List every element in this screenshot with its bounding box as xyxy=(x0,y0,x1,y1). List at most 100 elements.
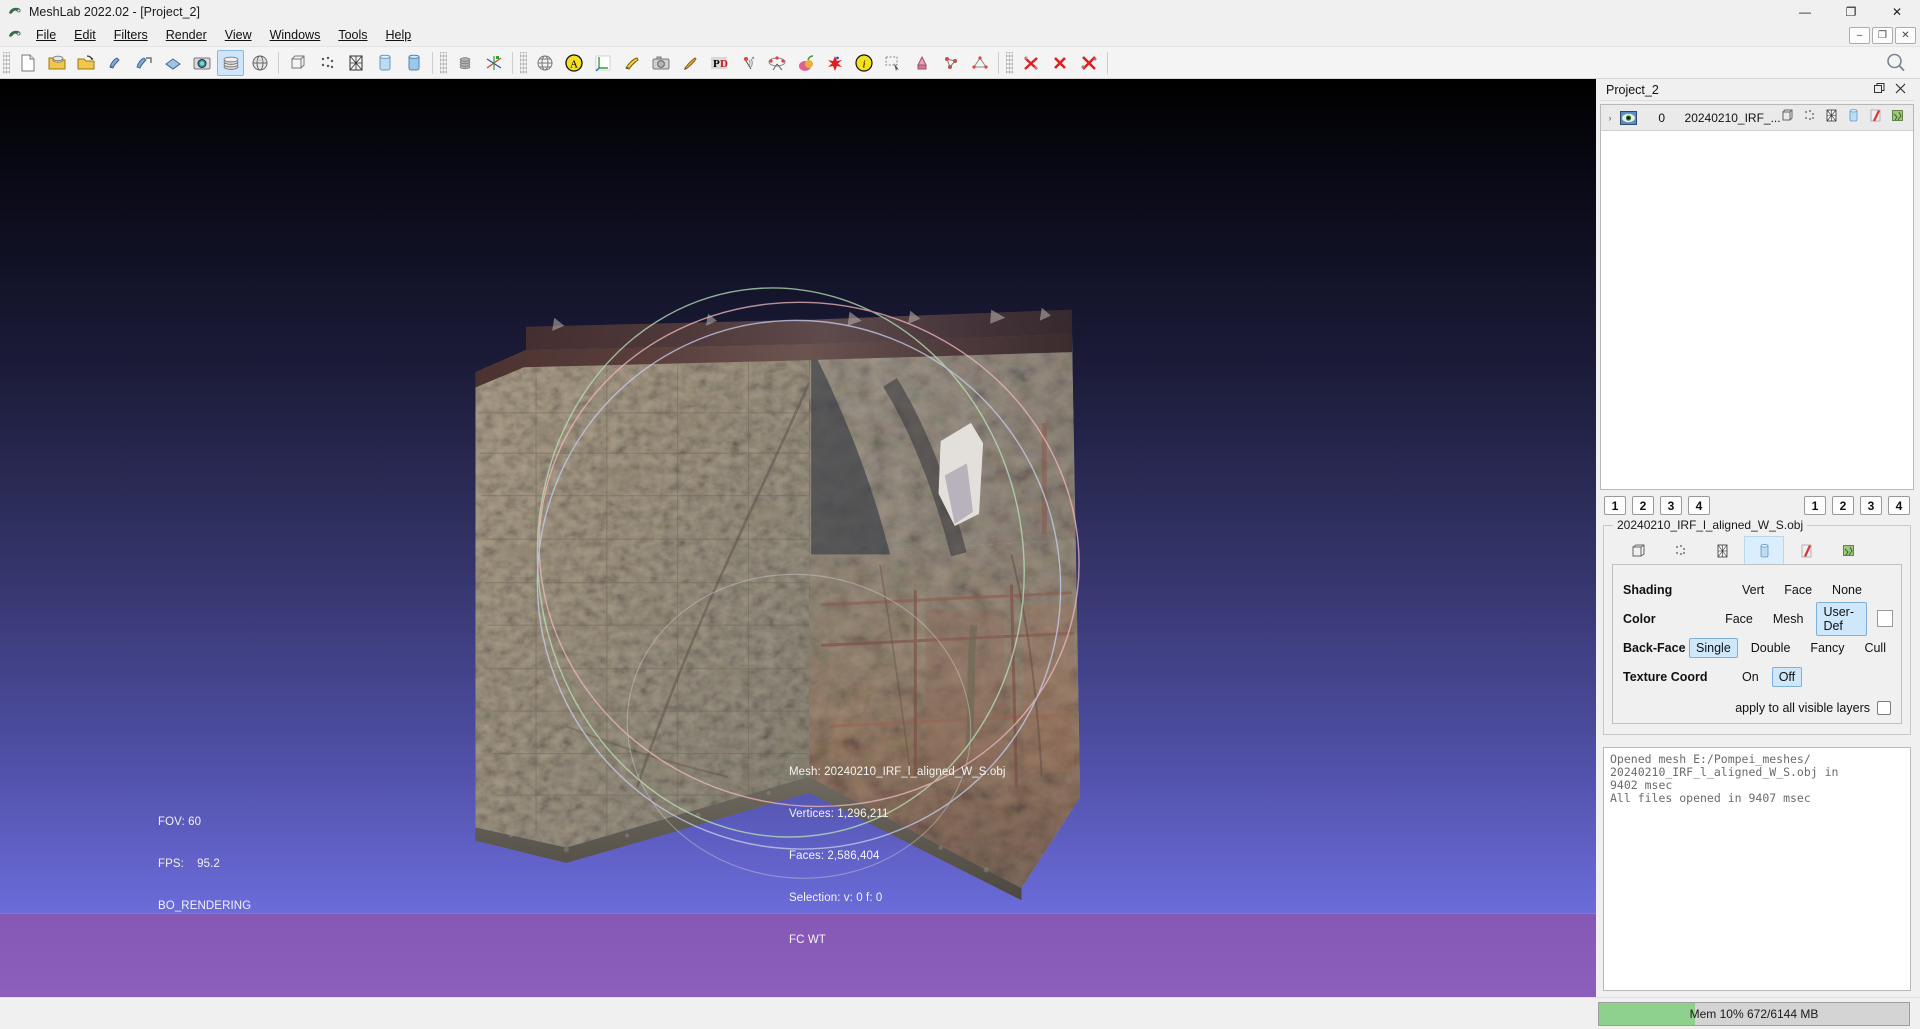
align-pairs-icon[interactable] xyxy=(763,50,790,76)
get-info-pencil-icon[interactable] xyxy=(618,50,645,76)
table-row[interactable]: › 0 20240210_IRF_... xyxy=(1601,105,1913,131)
texture-icon[interactable] xyxy=(1890,108,1905,128)
tab-bbox[interactable] xyxy=(1618,536,1658,564)
layer-stack-icon[interactable] xyxy=(451,50,478,76)
toolbar-grip[interactable] xyxy=(1006,51,1013,74)
open-project-icon[interactable] xyxy=(43,50,70,76)
mdi-minimize-button[interactable]: – xyxy=(1849,26,1870,44)
point-picker-icon[interactable] xyxy=(734,50,761,76)
flat-icon[interactable] xyxy=(1846,108,1861,128)
tab-texture[interactable] xyxy=(1786,536,1826,564)
layer-name[interactable]: 20240210_IRF_... xyxy=(1683,111,1780,125)
gl-viewport[interactable]: FOV: 60 FPS: 95.2 BO_RENDERING Mesh: 202… xyxy=(0,79,1598,997)
new-project-icon[interactable] xyxy=(14,50,41,76)
smooth-icon[interactable] xyxy=(1868,108,1883,128)
view-button-3[interactable]: 3 xyxy=(1860,496,1882,515)
toolbar-grip[interactable] xyxy=(3,51,10,74)
split-button-3[interactable]: 3 xyxy=(1660,496,1682,515)
back-face-option-fancy[interactable]: Fancy xyxy=(1803,638,1851,658)
select-connected-icon[interactable] xyxy=(937,50,964,76)
snapshot-icon[interactable] xyxy=(188,50,215,76)
restore-button[interactable]: ❐ xyxy=(1828,0,1874,24)
segment-color-icon[interactable] xyxy=(792,50,819,76)
toolbar-grip[interactable] xyxy=(520,51,527,74)
view-button-2[interactable]: 2 xyxy=(1832,496,1854,515)
back-face-option-single[interactable]: Single xyxy=(1689,637,1738,658)
texture-coord-option-off[interactable]: Off xyxy=(1771,666,1803,687)
menu-filters[interactable]: Filters xyxy=(105,25,157,45)
color-option-face[interactable]: Face xyxy=(1718,609,1760,629)
reset-trackball-icon[interactable] xyxy=(284,50,311,76)
delete-star-icon[interactable] xyxy=(821,50,848,76)
close-button[interactable]: ✕ xyxy=(1874,0,1920,24)
tab-points[interactable] xyxy=(1660,536,1700,564)
menu-render[interactable]: Render xyxy=(157,25,216,45)
flat-lines-icon[interactable] xyxy=(371,50,398,76)
show-layer-dialog-icon[interactable] xyxy=(217,49,244,76)
toolbar-grip[interactable] xyxy=(440,51,447,74)
close-icon[interactable] xyxy=(1895,83,1906,97)
menu-help[interactable]: Help xyxy=(377,25,421,45)
color-option-mesh[interactable]: Mesh xyxy=(1766,609,1811,629)
layer-list[interactable]: › 0 20240210_IRF_... xyxy=(1600,104,1914,490)
user-def-color-swatch[interactable] xyxy=(1876,610,1893,627)
delete-selected-all-icon[interactable] xyxy=(1075,50,1102,76)
minimize-button[interactable]: — xyxy=(1782,0,1828,24)
paint-brush-icon[interactable] xyxy=(676,50,703,76)
measure-axis-icon[interactable] xyxy=(589,50,616,76)
wireframe-icon[interactable] xyxy=(1824,108,1839,128)
color-option-user-def[interactable]: User-Def xyxy=(1816,601,1867,636)
view-button-1[interactable]: 1 xyxy=(1804,496,1826,515)
menu-edit[interactable]: Edit xyxy=(65,25,105,45)
shading-option-face[interactable]: Face xyxy=(1777,580,1819,600)
visibility-eye-icon[interactable] xyxy=(1617,110,1641,125)
info-icon[interactable]: i xyxy=(850,50,877,76)
split-button-1[interactable]: 1 xyxy=(1604,496,1626,515)
show-trackball-icon[interactable] xyxy=(246,50,273,76)
annotation-a-icon[interactable]: A xyxy=(560,50,587,76)
color-label: Color xyxy=(1623,611,1656,626)
mdi-restore-button[interactable]: ❐ xyxy=(1872,26,1893,44)
tab-shader[interactable] xyxy=(1828,536,1868,564)
texture-coord-option-on[interactable]: On xyxy=(1735,667,1766,687)
menu-view[interactable]: View xyxy=(216,25,261,45)
back-face-option-cull[interactable]: Cull xyxy=(1857,638,1893,658)
tab-solid[interactable] xyxy=(1744,536,1784,564)
svg-text:A: A xyxy=(570,58,578,70)
select-rect-icon[interactable] xyxy=(879,50,906,76)
shading-option-none[interactable]: None xyxy=(1825,580,1869,600)
split-button-4[interactable]: 4 xyxy=(1688,496,1710,515)
smooth-shading-icon[interactable] xyxy=(400,50,427,76)
expand-arrow-icon[interactable]: › xyxy=(1603,113,1617,123)
open-mesh-icon[interactable] xyxy=(72,50,99,76)
align-axes-icon[interactable] xyxy=(480,50,507,76)
shading-option-vert[interactable]: Vert xyxy=(1735,580,1771,600)
pdf-export-icon[interactable]: PD xyxy=(705,50,732,76)
save-mesh-icon[interactable] xyxy=(130,50,157,76)
log-panel[interactable]: Opened mesh E:/Pompei_meshes/ 20240210_I… xyxy=(1603,747,1911,991)
menu-tools[interactable]: Tools xyxy=(329,25,376,45)
tab-wireframe[interactable] xyxy=(1702,536,1742,564)
globe-icon[interactable] xyxy=(531,50,558,76)
back-face-option-double[interactable]: Double xyxy=(1744,638,1798,658)
menu-file[interactable]: File xyxy=(27,25,65,45)
select-vertex-icon[interactable] xyxy=(966,50,993,76)
mdi-close-button[interactable]: ✕ xyxy=(1895,26,1916,44)
apply-all-label: apply to all visible layers xyxy=(1735,701,1870,715)
delete-selected-vertices-icon[interactable] xyxy=(1046,50,1073,76)
split-button-2[interactable]: 2 xyxy=(1632,496,1654,515)
menu-windows[interactable]: Windows xyxy=(261,25,330,45)
float-window-icon[interactable] xyxy=(1874,82,1885,97)
camera-icon[interactable] xyxy=(647,50,674,76)
search-icon[interactable] xyxy=(1884,51,1908,80)
delete-selected-faces-icon[interactable] xyxy=(1017,50,1044,76)
reload-icon[interactable] xyxy=(159,50,186,76)
points-icon[interactable] xyxy=(1802,108,1817,128)
wireframe-icon[interactable] xyxy=(342,50,369,76)
bbox-icon[interactable] xyxy=(1780,108,1795,128)
view-button-4[interactable]: 4 xyxy=(1888,496,1910,515)
save-project-icon[interactable] xyxy=(101,50,128,76)
vertex-points-icon[interactable] xyxy=(313,50,340,76)
apply-all-checkbox[interactable] xyxy=(1877,701,1891,715)
select-paint-icon[interactable] xyxy=(908,50,935,76)
